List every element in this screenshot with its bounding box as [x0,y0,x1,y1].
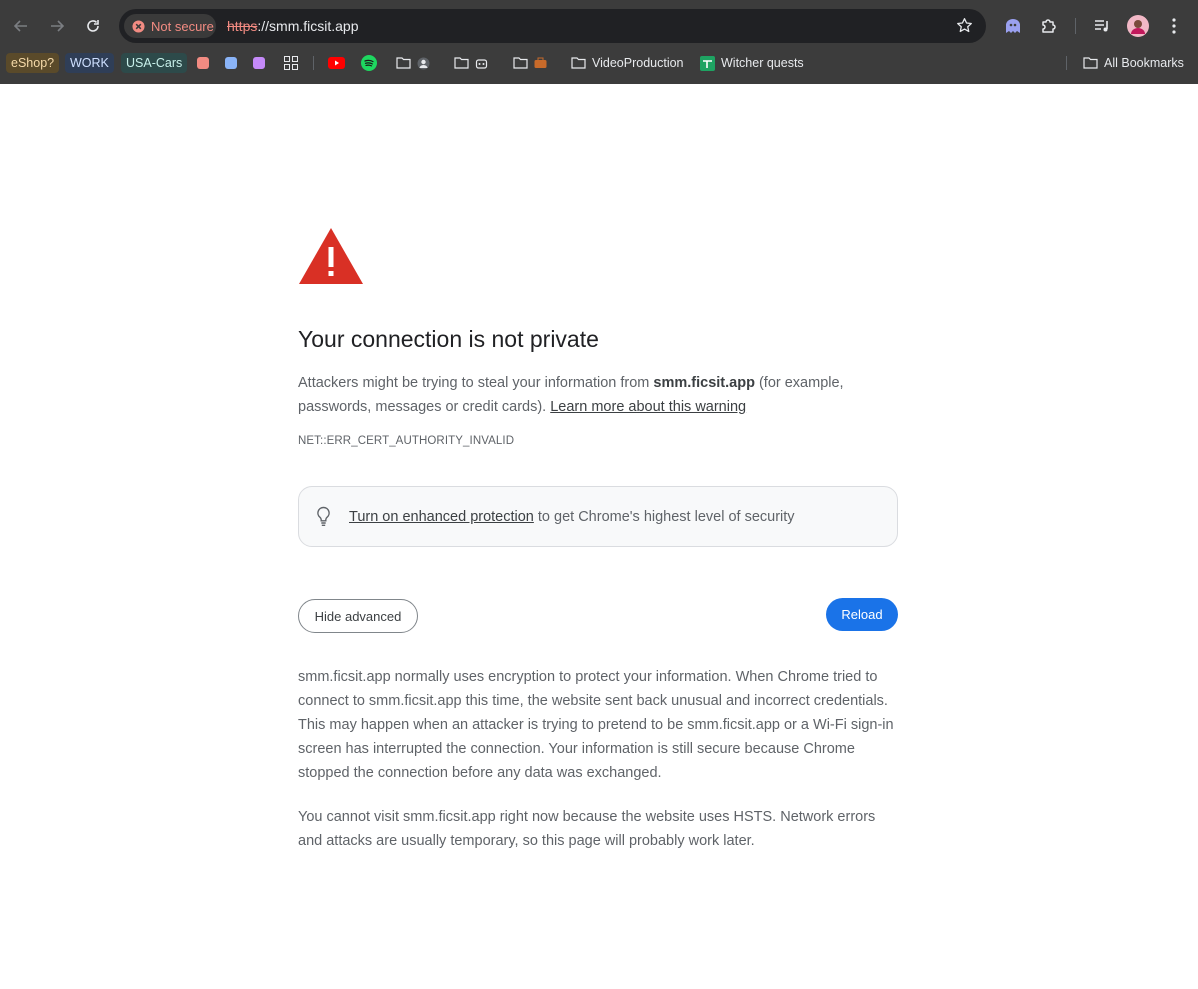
playlist-icon [1095,20,1108,32]
bookmark-video-production-label: VideoProduction [592,56,684,70]
blue-square-icon [225,57,237,69]
bookmark-purple-square[interactable] [253,52,265,74]
bookmark-work-label: WORK [65,53,114,73]
bookmark-witcher-quests[interactable]: Witcher quests [700,52,804,74]
purple-square-icon [253,57,265,69]
ghost-extension-icon [1006,19,1020,33]
warning-description: Attackers might be trying to steal your … [298,371,898,419]
folder-icon [513,57,528,69]
bookmarks-separator [1066,56,1067,70]
media-control-button[interactable] [1091,15,1113,37]
folder-icon [396,57,411,69]
bookmark-folder-1[interactable] [396,52,430,74]
sheets-icon [700,55,715,71]
address-bar[interactable]: Not secure https://smm.ficsit.app [119,9,986,43]
details-paragraph: smm.ficsit.app normally uses encryption … [298,669,894,781]
kebab-menu-icon [1172,18,1176,34]
robot-icon [475,58,488,69]
details-paragraph: You cannot visit smm.ficsit.app right no… [298,809,876,849]
bookmark-folder-3[interactable] [513,52,547,74]
back-button[interactable] [8,13,34,39]
bookmark-spotify[interactable] [361,52,377,74]
error-code: NET::ERR_CERT_AUTHORITY_INVALID [298,435,515,447]
enhanced-protection-banner: Turn on enhanced protection to get Chrom… [298,486,898,547]
hide-advanced-button[interactable]: Hide advanced [298,599,418,633]
enhanced-protection-link[interactable]: Turn on enhanced protection [349,509,534,525]
page-title: Your connection is not private [298,326,599,352]
folder-icon [571,57,586,69]
security-chip-label: Not secure [151,18,214,34]
bookmark-witcher-quests-label: Witcher quests [721,56,804,70]
youtube-icon [328,57,345,69]
spotify-icon [361,55,377,71]
enhanced-protection-text: Turn on enhanced protection to get Chrom… [349,509,795,525]
bookmark-red-square[interactable] [197,52,209,74]
lead-domain: smm.ficsit.app [653,375,755,391]
apps-grid-icon [284,56,298,70]
lightbulb-icon [316,506,333,528]
toolbar-separator [1075,18,1076,34]
bookmark-all-bookmarks-label: All Bookmarks [1104,56,1184,70]
avatar-icon [1127,15,1149,37]
bookmark-eshop[interactable]: eShop? [6,52,60,74]
url-scheme: https [227,18,258,34]
profile-avatar-button[interactable] [1127,15,1149,37]
bookmark-video-production[interactable]: VideoProduction [571,52,684,74]
star-icon [957,18,972,33]
bookmark-eshop-label: eShop? [6,53,60,73]
red-square-icon [197,57,209,69]
url-text[interactable]: https://smm.ficsit.app [227,18,359,34]
extension-ghost-button[interactable] [1002,15,1024,37]
advanced-details: smm.ficsit.app normally uses encryption … [298,665,898,873]
security-chip[interactable]: Not secure [124,14,216,38]
refresh-icon [87,20,99,32]
bookmark-star-button[interactable] [956,17,973,39]
puzzle-icon [1042,19,1056,33]
folder-icon [1083,57,1098,69]
browser-chrome: Not secure https://smm.ficsit.app eShop? [0,0,1198,84]
briefcase-icon [534,57,547,68]
learn-more-link[interactable]: Learn more about this warning [550,399,746,415]
bookmark-work[interactable]: WORK [65,52,114,74]
folder-icon [454,57,469,69]
bookmark-all-bookmarks[interactable]: All Bookmarks [1083,52,1184,74]
bookmark-youtube[interactable] [328,52,345,74]
url-host: ://smm.ficsit.app [257,18,359,34]
lead-prefix: Attackers might be trying to steal your … [298,375,654,391]
bookmark-usa-cars-label: USA-Cars [121,53,188,73]
bookmark-blue-square[interactable] [225,52,237,74]
extensions-button[interactable] [1038,15,1060,37]
browser-toolbar: Not secure https://smm.ficsit.app [0,0,1198,52]
enhanced-protection-suffix: to get Chrome's highest level of securit… [533,508,795,525]
warning-triangle-icon [299,228,363,284]
bookmark-folder-2[interactable] [454,52,488,74]
bookmarks-separator [313,56,314,70]
reload-button[interactable]: Reload [826,598,898,631]
bookmark-usa-cars[interactable]: USA-Cars [121,52,188,74]
browser-menu-button[interactable] [1163,15,1185,37]
bookmark-apps[interactable] [284,52,298,74]
reload-browser-button[interactable] [80,13,106,39]
arrow-left-icon [13,20,27,32]
error-circle-icon [132,19,145,33]
forward-button[interactable] [44,13,70,39]
bookmarks-bar: eShop? WORK USA-Cars VideoProduction Wit… [0,52,1198,74]
arrow-right-icon [51,20,65,32]
person-icon [417,57,430,69]
